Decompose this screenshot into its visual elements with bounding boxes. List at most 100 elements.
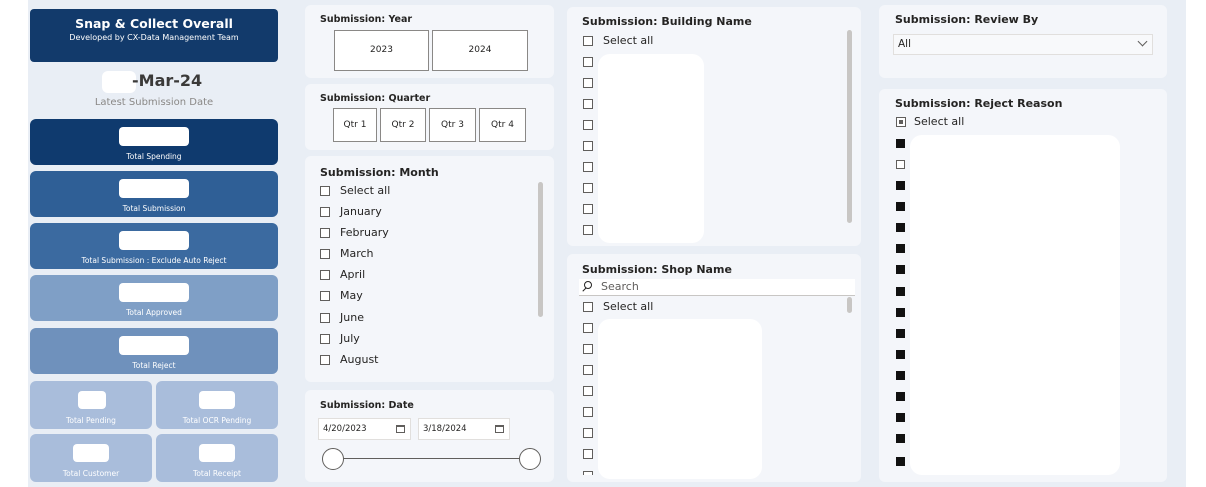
year-slicer: Submission: Year 2023 2024 — [305, 5, 554, 78]
year-option-2024[interactable]: 2024 — [432, 30, 528, 71]
kpi-label: Total OCR Pending — [182, 416, 252, 425]
building-list-mask — [598, 54, 704, 243]
date-range-end-handle[interactable] — [519, 448, 541, 470]
month-checkbox[interactable] — [320, 355, 330, 365]
month-checkbox[interactable] — [320, 291, 330, 301]
date-slicer: Submission: Date 4/20/2023 3/18/2024 — [305, 390, 554, 482]
shop-checkbox[interactable] — [583, 365, 593, 375]
month-checkbox[interactable] — [320, 249, 330, 259]
start-date-input[interactable]: 4/20/2023 — [318, 418, 411, 440]
month-slicer-title: Submission: Month — [320, 166, 439, 179]
quarter-option-4[interactable]: Qtr 4 — [479, 108, 526, 142]
month-scrollbar[interactable] — [538, 182, 543, 317]
reject-checkbox-checked[interactable] — [896, 350, 905, 359]
month-label: January — [340, 205, 382, 218]
kpi-total-receipt: Total Receipt — [156, 434, 278, 482]
shop-checkbox[interactable] — [583, 449, 593, 459]
kpi-label: Total Submission — [122, 204, 186, 213]
month-checkbox[interactable] — [320, 334, 330, 344]
kpi-value-mask — [119, 231, 189, 250]
kpi-label: Total Pending — [66, 416, 116, 425]
reject-checkbox-checked[interactable] — [896, 371, 905, 380]
month-checkbox[interactable] — [320, 186, 330, 196]
building-checkbox[interactable] — [583, 204, 593, 214]
reject-checkbox-checked[interactable] — [896, 265, 905, 274]
reject-checkbox-checked[interactable] — [896, 434, 905, 443]
date-range-start-handle[interactable] — [322, 448, 344, 470]
review-slicer-title: Submission: Review By — [895, 13, 1039, 26]
kpi-value-mask — [199, 444, 235, 462]
building-checkbox[interactable] — [583, 162, 593, 172]
calendar-icon — [495, 425, 504, 433]
building-checkbox[interactable] — [583, 120, 593, 130]
month-checkbox[interactable] — [320, 228, 330, 238]
review-dropdown-value: All — [898, 38, 912, 50]
kpi-label: Total Approved — [126, 308, 182, 317]
quarter-option-3[interactable]: Qtr 3 — [429, 108, 476, 142]
kpi-label: Total Receipt — [193, 469, 241, 478]
shop-checkbox[interactable] — [583, 428, 593, 438]
kpi-label: Total Submission : Exclude Auto Reject — [81, 256, 227, 265]
building-checkbox[interactable] — [583, 36, 593, 46]
building-checkbox[interactable] — [583, 99, 593, 109]
building-checkbox[interactable] — [583, 225, 593, 235]
reject-checkbox-checked[interactable] — [896, 287, 905, 296]
reject-checkbox-checked[interactable] — [896, 308, 905, 317]
end-date-input[interactable]: 3/18/2024 — [418, 418, 510, 440]
month-checkbox[interactable] — [320, 207, 330, 217]
reject-checkbox[interactable] — [896, 160, 905, 169]
date-range-track — [333, 458, 533, 459]
right-margin — [1186, 0, 1206, 487]
building-checkbox[interactable] — [583, 141, 593, 151]
building-scrollbar[interactable] — [847, 30, 852, 223]
start-date-value: 4/20/2023 — [323, 424, 367, 434]
shop-checkbox[interactable] — [583, 386, 593, 396]
reject-checkbox-checked[interactable] — [896, 202, 905, 211]
shop-select-all-label: Select all — [603, 300, 654, 313]
shop-checkbox[interactable] — [583, 323, 593, 333]
reject-checkbox-checked[interactable] — [896, 329, 905, 338]
calendar-icon — [396, 425, 405, 433]
reject-checkbox-checked[interactable] — [896, 181, 905, 190]
shop-search-box[interactable]: Search — [579, 279, 855, 296]
shop-checkbox[interactable] — [583, 407, 593, 417]
quarter-slicer: Submission: Quarter Qtr 1 Qtr 2 Qtr 3 Qt… — [305, 84, 554, 150]
review-dropdown[interactable]: All — [893, 34, 1153, 55]
quarter-option-1[interactable]: Qtr 1 — [333, 108, 377, 142]
building-checkbox[interactable] — [583, 183, 593, 193]
reject-checkbox-checked[interactable] — [896, 413, 905, 422]
shop-checkbox-partial[interactable] — [583, 471, 593, 475]
quarter-slicer-title: Submission: Quarter — [320, 93, 431, 104]
building-checkbox[interactable] — [583, 78, 593, 88]
month-checkbox[interactable] — [320, 313, 330, 323]
kpi-total-reject: Total Reject — [30, 328, 278, 374]
kpi-total-submission: Total Submission — [30, 171, 278, 217]
reject-checkbox-checked[interactable] — [896, 392, 905, 401]
shop-checkbox[interactable] — [583, 344, 593, 354]
kpi-label: Total Reject — [132, 361, 176, 370]
reject-checkbox-checked[interactable] — [896, 457, 905, 466]
month-label: August — [340, 353, 379, 366]
reject-checkbox-checked[interactable] — [896, 244, 905, 253]
kpi-total-spending: Total Spending — [30, 119, 278, 165]
building-checkbox[interactable] — [583, 57, 593, 67]
partial-select-indicator — [899, 120, 903, 124]
building-select-all-label: Select all — [603, 34, 654, 47]
month-checkbox[interactable] — [320, 270, 330, 280]
year-option-2023[interactable]: 2023 — [334, 30, 429, 71]
reject-select-all-label: Select all — [914, 115, 965, 128]
reject-select-all-checkbox[interactable] — [896, 117, 906, 127]
review-slicer: Submission: Review By All — [879, 5, 1167, 78]
quarter-option-2[interactable]: Qtr 2 — [380, 108, 426, 142]
shop-checkbox[interactable] — [583, 302, 593, 312]
year-slicer-title: Submission: Year — [320, 14, 413, 25]
reject-checkbox-checked[interactable] — [896, 223, 905, 232]
kpi-total-submission-exclude: Total Submission : Exclude Auto Reject — [30, 223, 278, 269]
reject-list-mask — [910, 135, 1120, 475]
shop-scrollbar[interactable] — [847, 297, 852, 313]
shop-slicer: Submission: Shop Name Search — [567, 254, 861, 482]
reject-slicer: Submission: Reject Reason — [879, 89, 1167, 482]
month-label: February — [340, 226, 389, 239]
kpi-value-mask — [119, 283, 189, 302]
reject-checkbox-checked[interactable] — [896, 139, 905, 148]
